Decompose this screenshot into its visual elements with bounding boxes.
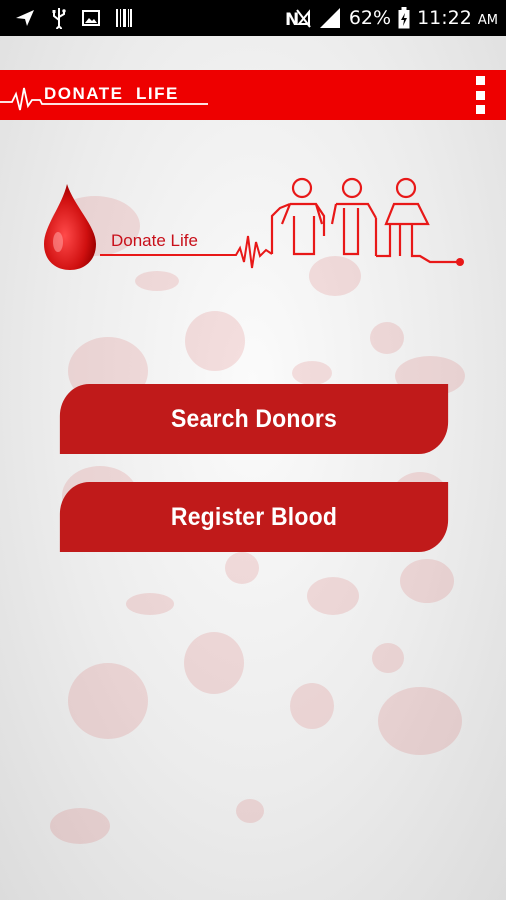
clock: 11:22 AM xyxy=(417,7,498,29)
svg-text:N: N xyxy=(285,10,299,28)
app-title: DONATE LIFE xyxy=(44,84,179,103)
blood-cells-background xyxy=(50,196,465,844)
search-donors-button[interactable]: Search Donors xyxy=(59,384,449,454)
app-bar: DONATE LIFE xyxy=(0,70,506,120)
status-bar: N 62% 11:22 AM xyxy=(0,0,506,36)
no-sim-icon: N xyxy=(285,9,311,28)
send-icon xyxy=(16,10,34,26)
battery-icon xyxy=(398,7,410,29)
barcode-icon xyxy=(116,9,132,27)
signal-icon xyxy=(319,8,340,28)
battery-percent: 62% xyxy=(348,7,392,29)
main-screen: DONATE LIFE Donate Life Search Donors Re… xyxy=(0,36,506,900)
register-blood-button[interactable]: Register Blood xyxy=(59,482,449,552)
menu-dot-icon xyxy=(475,90,485,100)
overflow-menu-button[interactable] xyxy=(466,76,494,114)
menu-dot-icon xyxy=(475,76,485,85)
image-icon xyxy=(82,10,100,26)
usb-icon xyxy=(52,8,66,29)
logo-text: Donate Life xyxy=(111,231,198,250)
donate-life-logo xyxy=(44,177,464,270)
menu-dot-icon xyxy=(475,105,485,114)
